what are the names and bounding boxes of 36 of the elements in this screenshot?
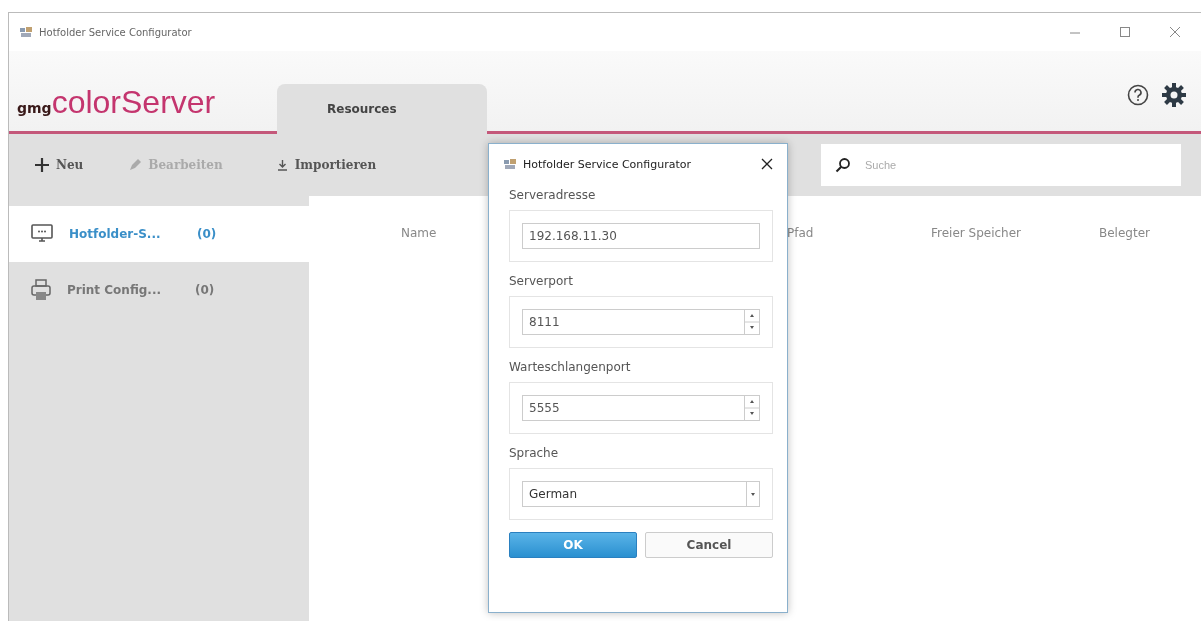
toolbar-button[interactable]: Importieren <box>270 154 383 176</box>
cancel-button[interactable]: Cancel <box>645 532 773 558</box>
column-header[interactable]: Belegter <box>1099 226 1150 240</box>
app-icon <box>19 26 33 38</box>
column-header[interactable]: Pfad <box>787 226 814 240</box>
field-label: Sprache <box>509 446 560 460</box>
dropdown[interactable]: German <box>522 481 760 507</box>
plus-icon <box>35 158 49 172</box>
window-title: Hotfolder Service Configurator <box>39 26 192 38</box>
spinner-icon[interactable] <box>744 395 759 421</box>
pencil-icon <box>129 159 142 171</box>
column-header[interactable]: Name <box>401 226 437 240</box>
toolbar-button[interactable]: Neu <box>29 154 90 176</box>
app-icon <box>503 158 517 170</box>
sidebar-item[interactable]: Print Config... (0) <box>9 262 309 318</box>
column-header[interactable]: Freier Speicher <box>931 226 1022 240</box>
spin-field[interactable]: 5555 <box>522 395 760 421</box>
tab[interactable]: Resources <box>277 84 487 134</box>
input-field[interactable]: 192.168.11.30 <box>522 223 760 249</box>
close-icon[interactable] <box>761 158 773 170</box>
dialog-title: Hotfolder Service Configurator <box>523 157 692 171</box>
sidebar-item[interactable]: Hotfolder-S... (0) <box>9 206 309 262</box>
field-label: Warteschlangenport <box>509 360 632 374</box>
printer-icon <box>31 279 51 301</box>
field-label: Serverport <box>509 274 574 288</box>
maximize-icon[interactable] <box>1119 26 1131 38</box>
settings-icon[interactable] <box>1161 82 1187 108</box>
spinner-icon[interactable] <box>744 309 759 335</box>
logo: gmgcolorServer <box>16 84 217 122</box>
field-label: Serveradresse <box>509 188 597 202</box>
spin-field[interactable]: 8111 <box>522 309 760 335</box>
search-field[interactable]: Suche <box>821 144 1181 186</box>
monitor-icon <box>31 224 53 244</box>
download-icon <box>276 159 288 171</box>
help-icon[interactable] <box>1127 84 1149 106</box>
search-icon <box>835 157 851 173</box>
